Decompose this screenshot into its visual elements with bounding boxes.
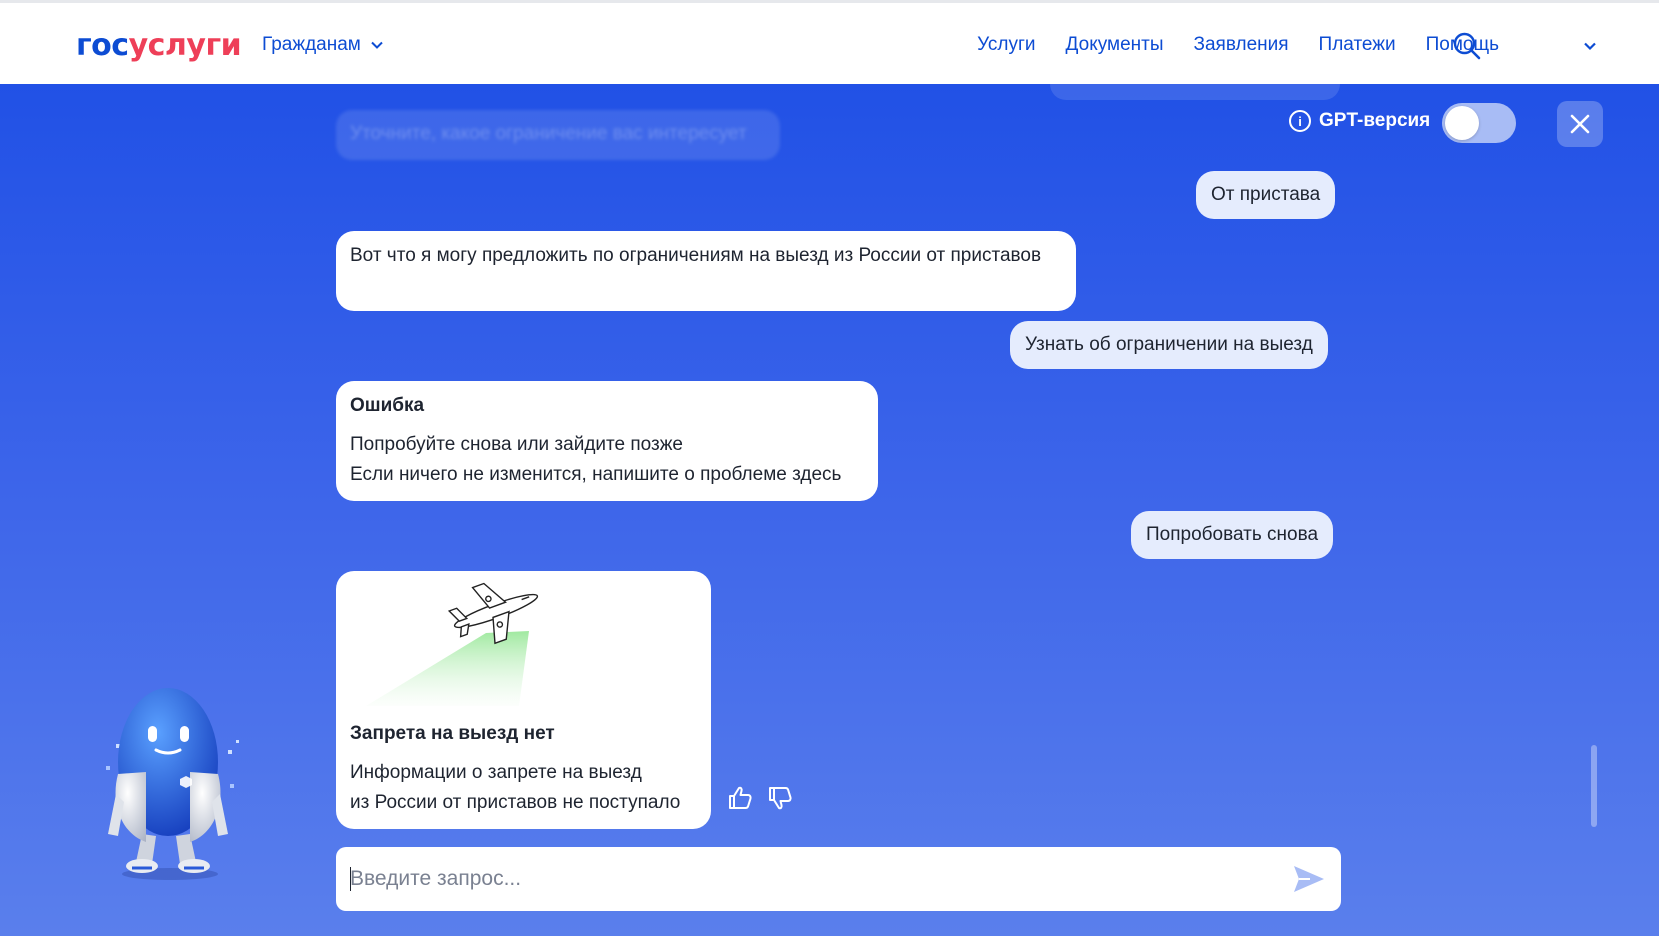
retry-button[interactable]: Попробовать снова — [1131, 511, 1334, 559]
result-line: Информации о запрете на выезд — [350, 762, 642, 783]
logo-part-uslugi: услуги — [128, 28, 242, 63]
nav-documents[interactable]: Документы — [1066, 34, 1164, 56]
text-caret — [350, 867, 351, 891]
result-title: Запрета на выезд нет — [350, 723, 555, 744]
thumbs-down-icon[interactable] — [766, 784, 794, 812]
close-chat-button[interactable] — [1557, 101, 1603, 147]
chat-input[interactable] — [350, 847, 1270, 911]
nav-applications[interactable]: Заявления — [1194, 34, 1289, 56]
chevron-down-icon — [371, 41, 383, 49]
gosuslugi-logo[interactable]: госуслуги — [76, 28, 242, 63]
bot-error-message: Ошибка Попробуйте снова или зайдите позж… — [336, 381, 878, 501]
chat-panel: Уточните, какое ограничение вас интересу… — [0, 84, 1659, 936]
toggle-knob — [1445, 106, 1479, 140]
result-text: Запрета на выезд нет Информации о запрет… — [350, 719, 680, 818]
gpt-label-text: GPT-версия — [1319, 110, 1431, 131]
faded-bot-message: Уточните, какое ограничение вас интересу… — [336, 110, 780, 160]
send-icon[interactable] — [1292, 863, 1326, 895]
result-line: из России от приставов не поступало — [350, 792, 681, 813]
airplane-illustration — [366, 582, 539, 706]
error-line: Попробуйте снова или зайдите позже — [350, 434, 683, 455]
info-icon[interactable]: i — [1289, 110, 1311, 132]
main-nav: Услуги Документы Заявления Платежи Помощ… — [977, 34, 1499, 56]
thumbs-up-icon[interactable] — [726, 784, 754, 812]
faded-message-top — [1050, 84, 1340, 100]
gpt-version-label: i GPT-версия — [1289, 110, 1430, 132]
nav-services[interactable]: Услуги — [977, 34, 1035, 56]
error-line: Если ничего не изменится, напишите о про… — [350, 464, 842, 485]
nav-payments[interactable]: Платежи — [1319, 34, 1396, 56]
bot-message: Вот что я могу предложить по ограничения… — [336, 231, 1076, 311]
close-icon — [1570, 114, 1590, 134]
citizens-menu[interactable]: Гражданам — [262, 34, 383, 56]
search-icon[interactable] — [1452, 31, 1482, 61]
logo-part-gos: гос — [76, 28, 129, 63]
robot-assistant — [106, 688, 239, 880]
user-message: От пристава — [1196, 171, 1336, 219]
profile-chevron-down-icon[interactable] — [1582, 40, 1598, 52]
user-message: Узнать об ограничении на выезд — [1010, 321, 1328, 369]
chat-input-box[interactable] — [336, 847, 1341, 911]
chat-scrollbar[interactable] — [1591, 745, 1597, 827]
gpt-toggle[interactable] — [1442, 103, 1516, 143]
bot-result-card: Запрета на выезд нет Информации о запрет… — [336, 571, 711, 829]
error-title: Ошибка — [350, 395, 425, 416]
site-header: госуслуги Гражданам Услуги Документы Зая… — [0, 0, 1659, 84]
citizens-label: Гражданам — [262, 34, 361, 55]
